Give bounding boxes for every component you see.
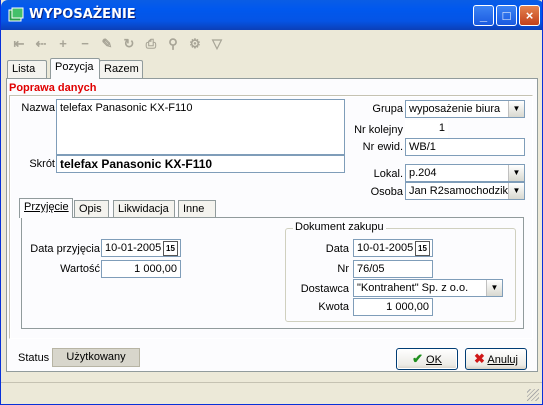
nazwa-field[interactable]: telefax Panasonic KX-F110 <box>56 99 345 155</box>
dostawca-select[interactable]: "Kontrahent" Sp. z o.o. ▼ <box>353 279 503 297</box>
filter-icon[interactable]: ▽ <box>209 36 225 52</box>
data-przyjecia-label: Data przyjęcia <box>30 243 100 255</box>
cancel-x-icon: ✖ <box>474 351 485 366</box>
skrot-label: Skrót <box>29 158 55 170</box>
title-bar[interactable]: WYPOSAŻENIE _ □ × <box>1 0 542 30</box>
kwota-field[interactable]: 1 000,00 <box>353 298 433 316</box>
tab-inne[interactable]: Inne <box>178 200 216 218</box>
kwota-label: Kwota <box>318 301 349 313</box>
tab-pozycja[interactable]: Pozycja <box>50 58 100 79</box>
grupa-value: wyposażenie biura <box>409 103 501 115</box>
delete-icon[interactable]: − <box>77 36 93 52</box>
ok-button[interactable]: ✔ OK <box>396 348 458 370</box>
osoba-label: Osoba <box>370 186 403 198</box>
prev-icon[interactable]: ⇠ <box>33 36 49 52</box>
status-label: Status <box>18 352 50 364</box>
tab-lista[interactable]: Lista <box>7 60 47 78</box>
nr-ewid-field[interactable]: WB/1 <box>405 138 525 156</box>
osoba-value: Jan R2samochodzik <box>409 185 509 197</box>
chevron-down-icon[interactable]: ▼ <box>508 101 524 117</box>
dokument-data-label: Data <box>325 243 349 255</box>
section-title: Poprawa danych <box>9 82 97 94</box>
dokument-nr-label: Nr <box>337 263 349 275</box>
main-window: WYPOSAŻENIE _ □ × ⇤ ⇠ + − ✎ ↻ ⎙ ⚲ ⚙ ▽ Li… <box>0 0 543 405</box>
tab-opis[interactable]: Opis <box>74 200 109 218</box>
add-icon[interactable]: + <box>55 36 71 52</box>
nr-kolejny-value: 1 <box>405 120 448 138</box>
minimize-icon: _ <box>479 8 488 23</box>
ok-label: OK <box>426 354 442 366</box>
check-icon: ✔ <box>412 351 423 366</box>
tab-przyjecie-label: Przyjęcie <box>24 201 69 213</box>
lokal-label: Lokal. <box>373 168 403 180</box>
cancel-label: Anuluj <box>487 354 518 366</box>
close-button[interactable]: × <box>519 5 540 26</box>
lokal-select[interactable]: p.204 ▼ <box>405 164 525 182</box>
window-title: WYPOSAŻENIE <box>29 7 136 22</box>
chevron-down-icon[interactable]: ▼ <box>486 280 502 296</box>
dokument-nr-field[interactable]: 76/05 <box>353 260 433 278</box>
skrot-field[interactable]: telefax Panasonic KX-F110 <box>56 155 345 173</box>
nazwa-label: Nazwa <box>21 102 55 114</box>
minimize-button[interactable]: _ <box>473 5 494 26</box>
calendar-icon[interactable]: 15 <box>163 241 178 256</box>
calendar-icon[interactable]: 15 <box>415 241 430 256</box>
tab-razem[interactable]: Razem <box>99 60 143 78</box>
nr-kolejny-label: Nr kolejny <box>354 124 403 136</box>
tab-przyjecie[interactable]: Przyjęcie <box>19 198 73 218</box>
toolbar: ⇤ ⇠ + − ✎ ↻ ⎙ ⚲ ⚙ ▽ <box>5 33 535 55</box>
app-icon <box>8 7 24 22</box>
nr-ewid-label: Nr ewid. <box>362 141 403 153</box>
dostawca-value: "Kontrahent" Sp. z o.o. <box>357 282 469 294</box>
dostawca-label: Dostawca <box>300 283 349 295</box>
cancel-button[interactable]: ✖ Anuluj <box>465 348 527 370</box>
osoba-select[interactable]: Jan R2samochodzik ▼ <box>405 182 525 200</box>
grupa-select[interactable]: wyposażenie biura ▼ <box>405 100 525 118</box>
grupa-label: Grupa <box>372 103 403 115</box>
maximize-icon: □ <box>502 8 511 23</box>
chevron-down-icon[interactable]: ▼ <box>508 165 524 181</box>
maximize-button[interactable]: □ <box>496 5 517 26</box>
print-icon[interactable]: ⎙ <box>143 36 159 52</box>
chevron-down-icon[interactable]: ▼ <box>508 183 524 199</box>
first-icon[interactable]: ⇤ <box>11 36 27 52</box>
status-badge: Użytkowany <box>52 348 140 367</box>
wartosc-label: Wartość <box>60 263 100 275</box>
resize-grip-icon[interactable] <box>527 389 539 401</box>
tab-likwidacja[interactable]: Likwidacja <box>113 200 175 218</box>
find-icon[interactable]: ⚲ <box>165 36 181 52</box>
close-icon: × <box>525 8 534 23</box>
refresh-icon[interactable]: ↻ <box>121 36 137 52</box>
status-bar <box>1 382 542 404</box>
wartosc-field[interactable]: 1 000,00 <box>101 260 181 278</box>
filter-options-icon[interactable]: ⚙ <box>187 36 203 52</box>
dokument-zakupu-title: Dokument zakupu <box>293 221 386 233</box>
lokal-value: p.204 <box>409 167 437 179</box>
edit-icon[interactable]: ✎ <box>99 36 115 52</box>
